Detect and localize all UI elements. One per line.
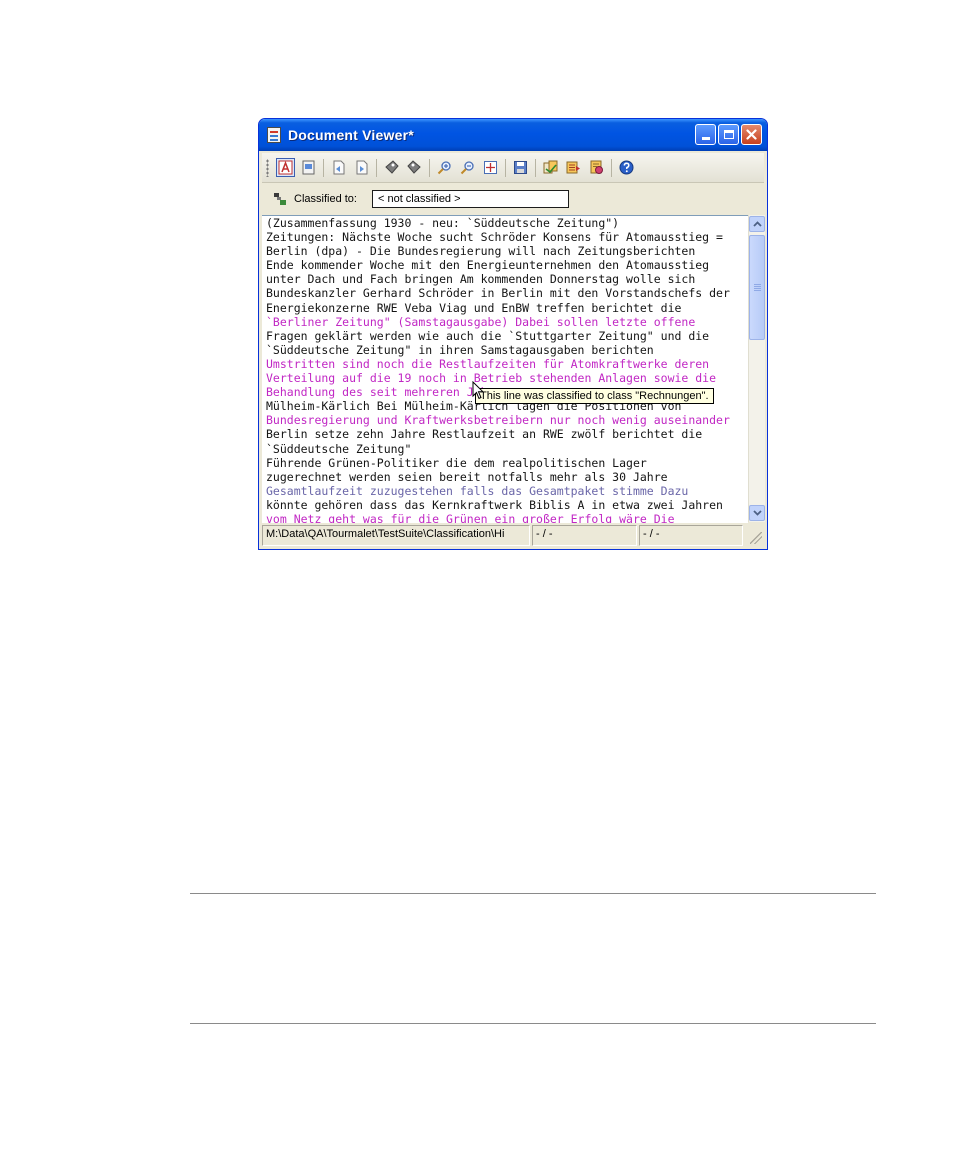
window-title: Document Viewer*	[288, 127, 414, 143]
save-button[interactable]	[511, 158, 530, 177]
document-viewer-window: Document Viewer* Classified to: < not cl…	[258, 118, 768, 550]
classify-icon	[543, 160, 558, 174]
document-line[interactable]: Bundesregierung und Kraftwerksbetreibern…	[266, 413, 730, 427]
next-document-button[interactable]	[352, 158, 371, 177]
previous-class-button[interactable]	[382, 158, 401, 177]
export-icon	[566, 161, 580, 174]
zoom-out-button[interactable]	[458, 158, 477, 177]
document-lines: (Zusammenfassung 1930 - neu: `Süddeutsch…	[266, 216, 730, 523]
status-field-2: - / -	[532, 525, 637, 546]
horizontal-rule	[190, 1023, 876, 1024]
document-line[interactable]: Ende kommender Woche mit den Energieunte…	[266, 258, 730, 272]
document-line[interactable]: (Zusammenfassung 1930 - neu: `Süddeutsch…	[266, 216, 730, 230]
document-line[interactable]: Verteilung auf die 19 noch in Betrieb st…	[266, 371, 730, 385]
status-bar: M:\Data\QA\Tourmalet\TestSuite\Classific…	[262, 525, 764, 546]
document-view-icon	[302, 160, 315, 175]
document-line[interactable]: könnte gehören dass das Kernkraftwerk Bi…	[266, 498, 730, 512]
chevron-up-icon	[752, 221, 762, 227]
text-view-icon	[278, 160, 293, 175]
document-line[interactable]: Berlin setze zehn Jahre Restlaufzeit an …	[266, 427, 730, 441]
scroll-thumb-grip	[754, 284, 761, 292]
document-line[interactable]: vom Netz geht was für die Grünen ein gro…	[266, 512, 730, 523]
minimize-icon	[701, 137, 710, 140]
next-class-button[interactable]	[405, 158, 424, 177]
document-line[interactable]: zugerechnet werden seien bereit notfalls…	[266, 470, 730, 484]
caption-buttons	[695, 124, 762, 145]
title-bar[interactable]: Document Viewer*	[259, 119, 767, 151]
toolbar-separator	[323, 158, 324, 177]
toolbar-separator	[376, 158, 377, 177]
document-line[interactable]: Umstritten sind noch die Restlaufzeiten …	[266, 357, 730, 371]
status-file-path: M:\Data\QA\Tourmalet\TestSuite\Classific…	[262, 525, 530, 546]
zoom-in-button[interactable]	[435, 158, 454, 177]
classified-to-label: Classified to:	[294, 193, 357, 205]
scroll-down-button[interactable]	[749, 505, 765, 521]
document-line[interactable]: Gesamtlaufzeit zuzugestehen falls das Ge…	[266, 484, 730, 498]
mouse-cursor-icon	[472, 381, 484, 400]
next-class-icon	[407, 160, 421, 174]
document-line[interactable]: Führende Grünen-Politiker die dem realpo…	[266, 456, 730, 470]
scroll-thumb[interactable]	[749, 235, 765, 340]
fit-page-icon	[484, 161, 497, 174]
export-button[interactable]	[564, 158, 583, 177]
resize-grip[interactable]	[750, 532, 762, 544]
status-field-3: - / -	[639, 525, 743, 546]
document-line[interactable]: Zeitungen: Nächste Woche sucht Schröder …	[266, 230, 730, 244]
classify-button[interactable]	[541, 158, 560, 177]
document-line[interactable]: unter Dach und Fach bringen Am kommenden…	[266, 272, 730, 286]
document-line[interactable]: Berlin (dpa) - Die Bundesregierung will …	[266, 244, 730, 258]
document-text-area[interactable]: (Zusammenfassung 1930 - neu: `Süddeutsch…	[262, 215, 748, 523]
text-view-button[interactable]	[276, 158, 295, 177]
previous-document-icon	[333, 160, 345, 175]
document-line[interactable]: Energiekonzerne RWE Veba Viag und EnBW t…	[266, 301, 730, 315]
document-line[interactable]: Fragen geklärt werden wie auch die `Stut…	[266, 329, 730, 343]
fit-page-button[interactable]	[481, 158, 500, 177]
help-icon	[619, 160, 634, 175]
zoom-out-icon	[460, 161, 474, 175]
document-view-button[interactable]	[299, 158, 318, 177]
next-document-icon	[356, 160, 368, 175]
toolbar-grip[interactable]	[266, 158, 269, 177]
help-button[interactable]	[617, 158, 636, 177]
document-line[interactable]: Bundeskanzler Gerhard Schröder in Berlin…	[266, 286, 730, 300]
classification-bar: Classified to:	[262, 185, 764, 213]
maximize-icon	[723, 130, 734, 139]
previous-class-icon	[385, 160, 399, 174]
classified-to-field[interactable]	[371, 190, 569, 208]
previous-document-button[interactable]	[329, 158, 348, 177]
class-tree-icon	[272, 191, 288, 207]
train-icon	[590, 160, 603, 174]
toolbar	[262, 153, 764, 183]
horizontal-rule	[190, 893, 876, 894]
chevron-down-icon	[752, 510, 762, 516]
save-icon	[514, 161, 527, 174]
close-icon	[746, 129, 757, 140]
toolbar-separator	[535, 158, 536, 177]
close-button[interactable]	[741, 124, 762, 145]
minimize-button[interactable]	[695, 124, 716, 145]
toolbar-separator	[611, 158, 612, 177]
maximize-button[interactable]	[718, 124, 739, 145]
toolbar-separator	[505, 158, 506, 177]
document-line[interactable]: `Berliner Zeitung" (Samstagausgabe) Dabe…	[266, 315, 730, 329]
vertical-scrollbar[interactable]	[748, 215, 765, 522]
train-button[interactable]	[587, 158, 606, 177]
scroll-up-button[interactable]	[749, 216, 765, 232]
toolbar-separator	[429, 158, 430, 177]
classification-tooltip: This line was classified to class "Rechn…	[475, 388, 714, 404]
document-line[interactable]: `Süddeutsche Zeitung"	[266, 442, 730, 456]
zoom-in-icon	[437, 161, 451, 175]
document-viewer-app-icon	[267, 127, 281, 143]
document-line[interactable]: `Süddeutsche Zeitung" in ihren Samstagau…	[266, 343, 730, 357]
